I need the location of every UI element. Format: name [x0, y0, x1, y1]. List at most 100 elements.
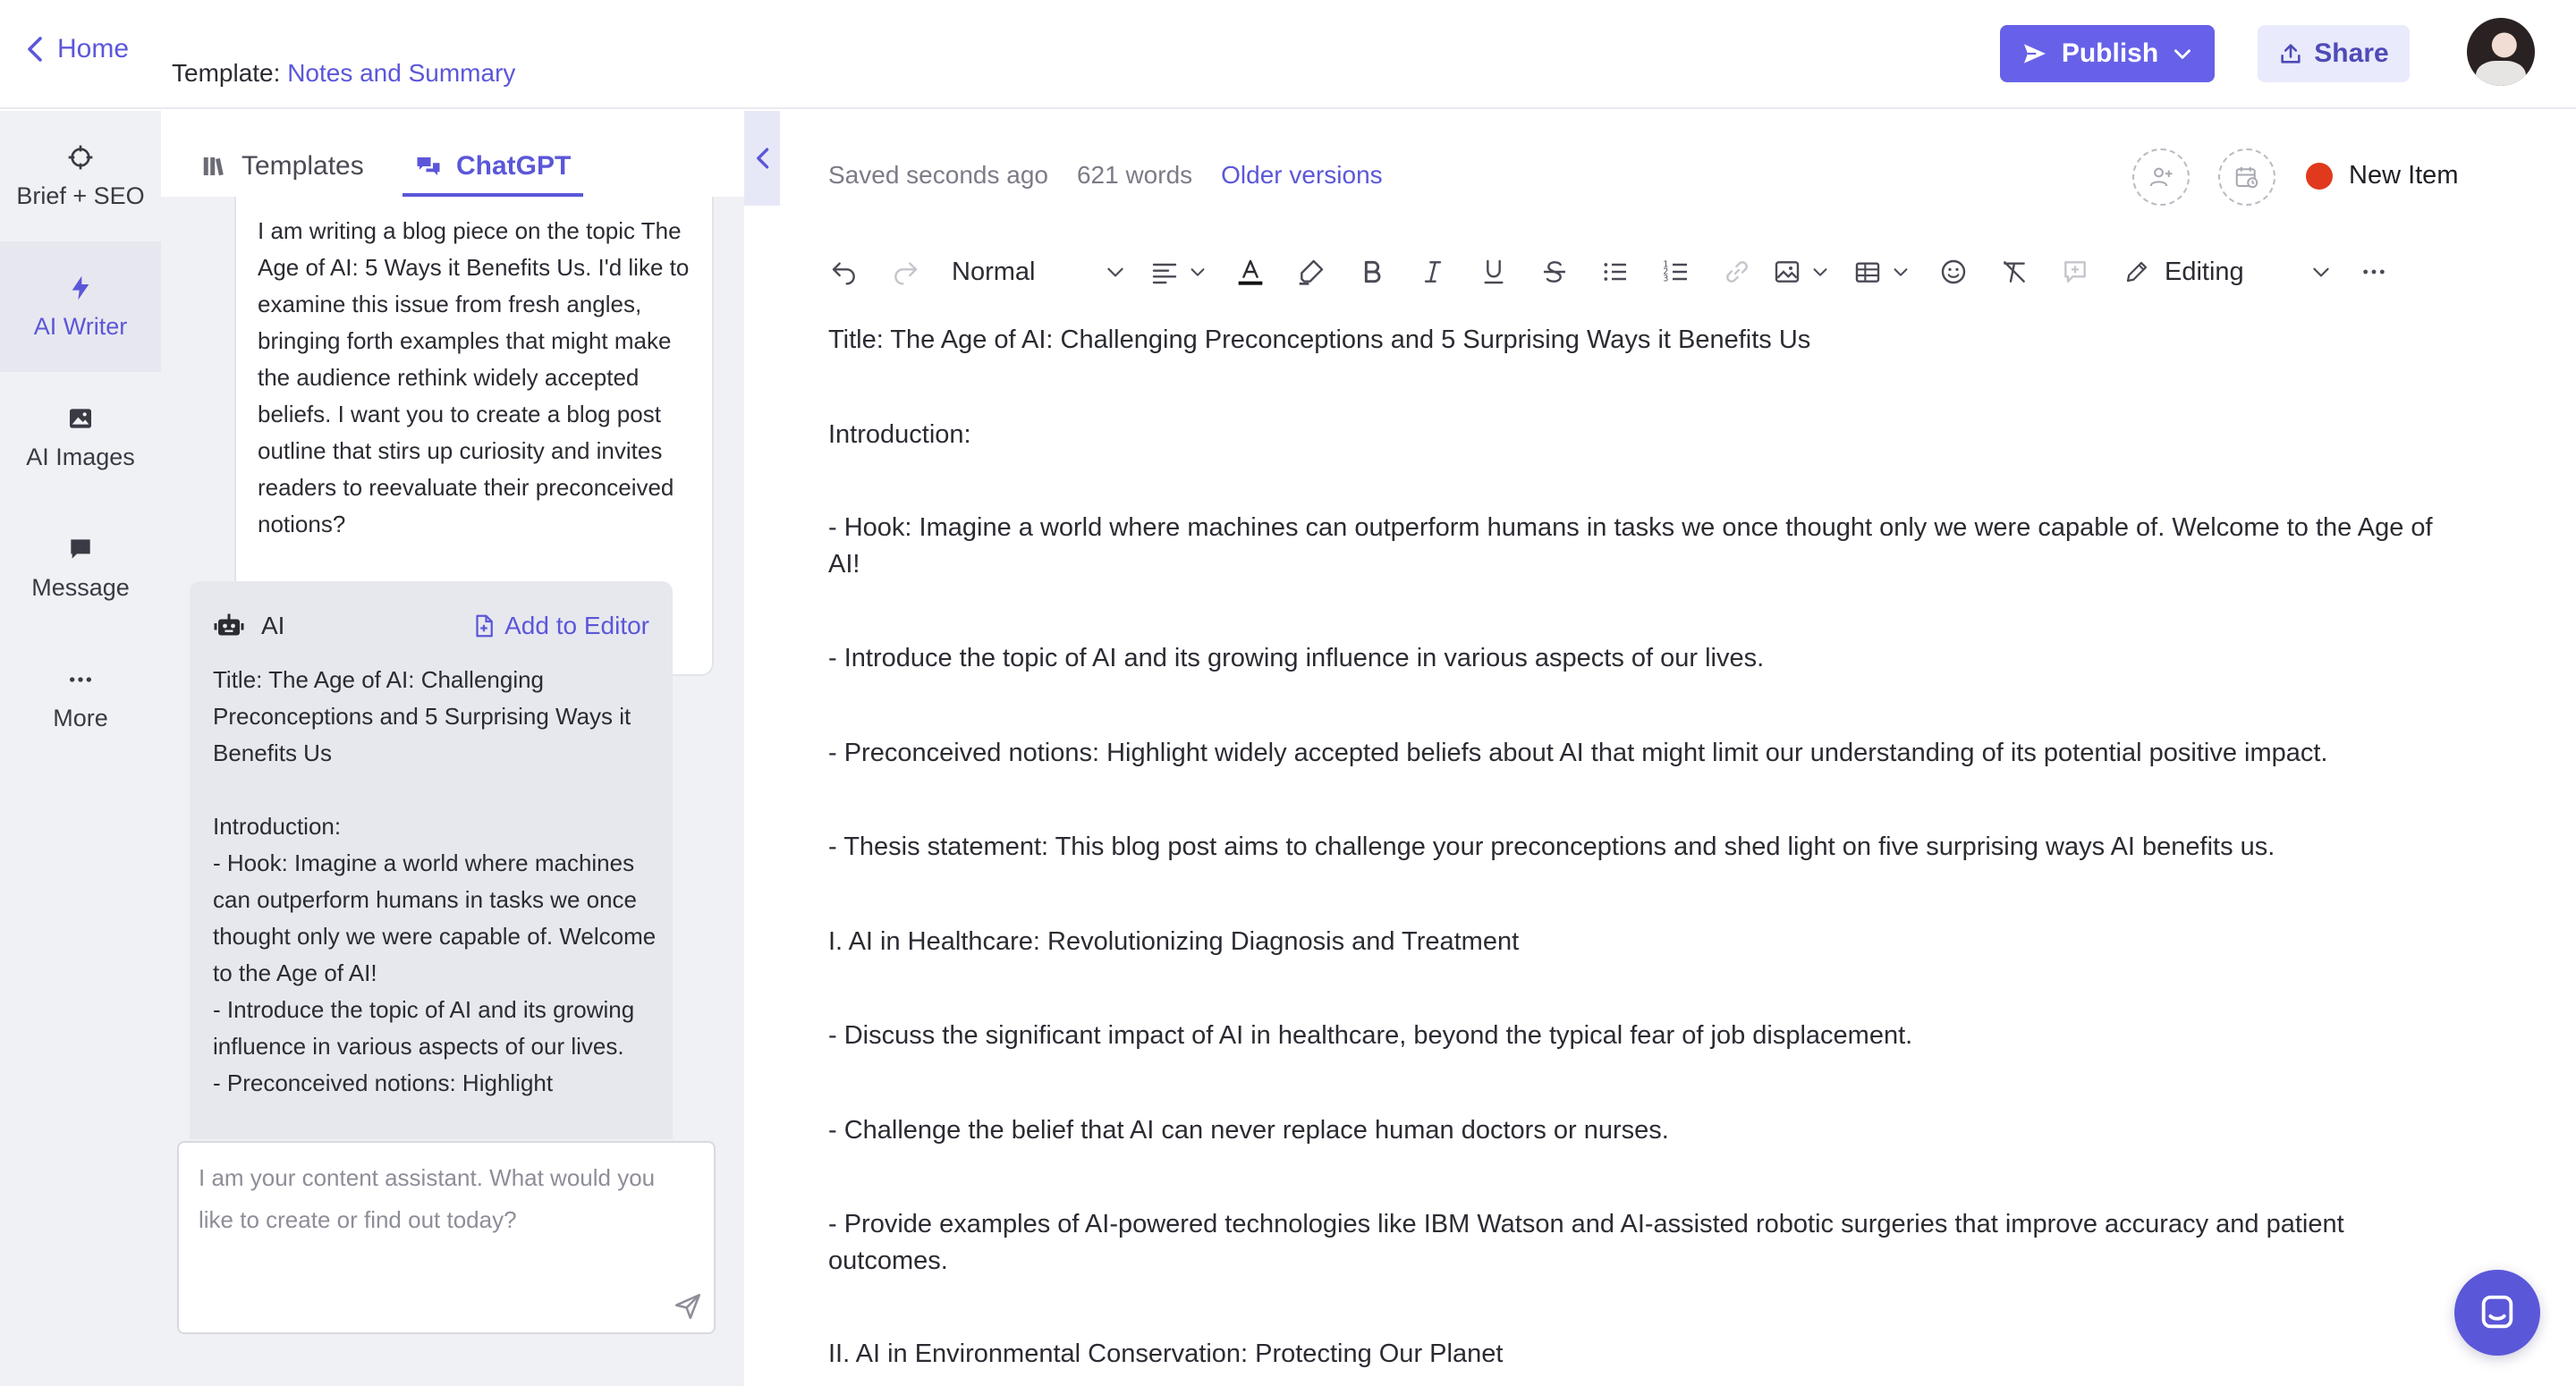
- ai-response-header: AI Add to Editor: [213, 604, 649, 647]
- image-icon: [70, 408, 91, 428]
- support-chat-button[interactable]: [2454, 1270, 2540, 1356]
- left-rail: Brief + SEO AI Writer AI Images Message …: [0, 111, 161, 1386]
- chevron-left-icon: [28, 37, 42, 62]
- user-message-text: I am writing a blog piece on the topic T…: [258, 217, 690, 537]
- underline-icon: [1484, 259, 1504, 284]
- assistant-panel: Templates ChatGPT I am writing a blog pi…: [161, 111, 744, 1386]
- doc-paragraph: - Provide examples of AI-powered technol…: [828, 1210, 2344, 1275]
- schedule-button[interactable]: [2218, 148, 2275, 206]
- comment-add-icon: [2064, 261, 2086, 283]
- block-style-select[interactable]: Normal: [936, 247, 1132, 297]
- redo-button[interactable]: [875, 247, 936, 297]
- link-icon: [1726, 261, 1748, 283]
- highlight-button[interactable]: [1281, 247, 1342, 297]
- chat-icon: [417, 157, 440, 175]
- insert-image-dropdown[interactable]: [1767, 247, 1835, 297]
- italic-icon: [1424, 261, 1442, 283]
- bullet-list-button[interactable]: [1585, 247, 1646, 297]
- block-style-value: Normal: [952, 257, 1036, 286]
- home-label: Home: [57, 34, 130, 63]
- numbered-list-button[interactable]: 123: [1646, 247, 1707, 297]
- older-versions-link[interactable]: Older versions: [1221, 161, 1383, 190]
- item-status-label: New Item: [2349, 161, 2459, 190]
- rail-item-message[interactable]: Message: [0, 503, 161, 633]
- strikethrough-button[interactable]: [1524, 247, 1585, 297]
- template-label: Template: Notes and Summary: [172, 59, 515, 88]
- status-dot: [2306, 162, 2333, 190]
- lightning-icon: [72, 275, 89, 300]
- editor-area: Saved seconds ago 621 words Older versio…: [780, 111, 2576, 1386]
- link-button[interactable]: [1707, 247, 1767, 297]
- document-status-row: Saved seconds ago 621 words Older versio…: [828, 161, 1383, 190]
- calendar-clock-icon: [2235, 166, 2258, 189]
- editing-mode-value: Editing: [2165, 257, 2244, 286]
- more-dots-icon: [70, 676, 91, 682]
- table-icon: [1855, 262, 1880, 283]
- rail-item-ai-images[interactable]: AI Images: [0, 372, 161, 503]
- template-prefix: Template:: [172, 59, 281, 87]
- tab-templates[interactable]: Templates: [200, 136, 364, 197]
- chevron-left-icon: [757, 148, 769, 169]
- bold-button[interactable]: [1342, 247, 1402, 297]
- more-options-button[interactable]: [2343, 247, 2404, 297]
- doc-paragraph: - Challenge the belief that AI can never…: [828, 1116, 1669, 1145]
- file-add-icon: [476, 614, 493, 638]
- image-icon: [1775, 261, 1800, 283]
- saved-status: Saved seconds ago: [828, 161, 1048, 189]
- doc-paragraph: Introduction:: [828, 420, 971, 449]
- underline-button[interactable]: [1463, 247, 1524, 297]
- doc-paragraph: - Hook: Imagine a world where machines c…: [828, 513, 2433, 579]
- template-name-link[interactable]: Notes and Summary: [287, 59, 515, 87]
- publish-label: Publish: [2061, 38, 2159, 68]
- item-status-selector[interactable]: New Item: [2306, 161, 2458, 190]
- undo-button[interactable]: [814, 247, 875, 297]
- chat-input[interactable]: [177, 1141, 716, 1334]
- text-color-button[interactable]: [1220, 247, 1281, 297]
- doc-paragraph: - Discuss the significant impact of AI i…: [828, 1021, 1913, 1050]
- assign-user-button[interactable]: [2132, 148, 2190, 206]
- add-user-icon: [2149, 167, 2173, 187]
- italic-button[interactable]: [1402, 247, 1463, 297]
- crosshair-icon: [68, 145, 93, 169]
- align-dropdown[interactable]: [1145, 247, 1213, 297]
- user-avatar[interactable]: [2467, 18, 2535, 86]
- home-link[interactable]: Home: [25, 34, 129, 64]
- pencil-icon: [2126, 261, 2148, 283]
- svg-text:3: 3: [1663, 275, 1668, 284]
- robot-icon: [214, 613, 244, 636]
- rail-item-more[interactable]: More: [0, 633, 161, 764]
- send-message-icon[interactable]: [673, 1291, 703, 1322]
- rail-item-brief-seo[interactable]: Brief + SEO: [0, 111, 161, 241]
- word-count: 621 words: [1076, 161, 1193, 189]
- editing-mode-select[interactable]: Editing: [2116, 247, 2338, 297]
- publish-button[interactable]: Publish: [2000, 25, 2215, 82]
- chevron-down-icon: [2313, 267, 2329, 277]
- emoji-button[interactable]: [1923, 247, 1984, 297]
- chevron-down-icon: [1191, 268, 1205, 276]
- share-button[interactable]: Share: [2258, 25, 2410, 82]
- rail-item-ai-writer[interactable]: AI Writer: [0, 241, 161, 372]
- align-left-icon: [1152, 263, 1177, 284]
- message-icon: [71, 538, 90, 559]
- undo-icon: [832, 262, 855, 285]
- tab-label: Templates: [242, 151, 364, 181]
- upload-icon: [2281, 44, 2301, 63]
- top-header: Home Template: Notes and Summary Publish…: [0, 0, 2576, 109]
- add-comment-button[interactable]: [2045, 247, 2106, 297]
- add-to-editor-button[interactable]: Add to Editor: [470, 612, 649, 640]
- add-to-editor-label: Add to Editor: [504, 612, 649, 639]
- insert-table-dropdown[interactable]: [1848, 247, 1916, 297]
- strikethrough-icon: [1544, 261, 1565, 283]
- collapse-panel-button[interactable]: [744, 111, 780, 206]
- chat-bubble-icon: [2481, 1295, 2513, 1329]
- panel-tabs: Templates ChatGPT: [161, 111, 744, 197]
- clear-formatting-button[interactable]: [1984, 247, 2045, 297]
- ai-label: AI: [261, 612, 285, 639]
- rail-label: Message: [31, 573, 130, 601]
- doc-paragraph: Title: The Age of AI: Challenging Precon…: [828, 325, 1811, 354]
- tab-chatgpt[interactable]: ChatGPT: [402, 136, 584, 197]
- rail-label: More: [53, 704, 108, 731]
- highlighter-icon: [1299, 259, 1324, 285]
- doc-paragraph: - Preconceived notions: Highlight widely…: [828, 739, 2328, 767]
- ai-response-text: Title: The Age of AI: Challenging Precon…: [213, 666, 657, 1096]
